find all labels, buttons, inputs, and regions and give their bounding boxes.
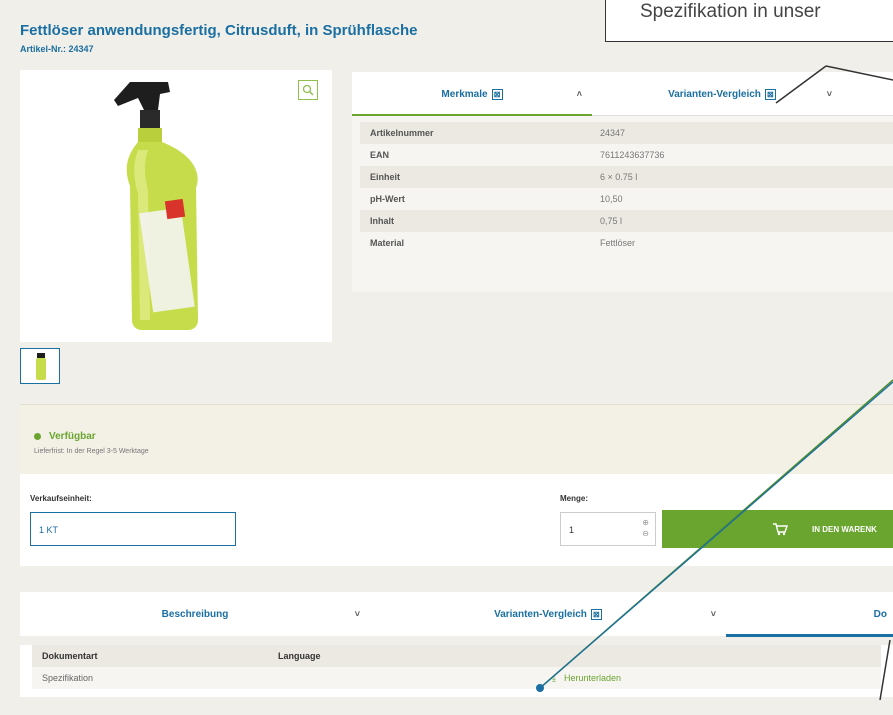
product-image[interactable]: [20, 70, 332, 342]
delivery-note: Lieferfrist: In der Regel 3-5 Werktage: [34, 448, 149, 455]
tab-varianten-vergleich[interactable]: Varianten-Vergleich ⊠ ˅: [592, 72, 852, 116]
spec-key: pH-Wert: [370, 194, 405, 204]
table-row: Inhalt 0,75 l: [360, 210, 893, 232]
column-header: Language: [278, 651, 321, 661]
thumbnail-image[interactable]: [20, 348, 60, 384]
table-row: Artikelnummer 24347: [360, 122, 893, 144]
spec-key: Einheit: [370, 172, 401, 182]
compare-icon: ⊠: [491, 88, 503, 100]
tab-merkmale[interactable]: Merkmale ⊠ ˄: [352, 72, 592, 117]
table-row: Einheit 6 × 0.75 l: [360, 166, 893, 188]
magnifier-icon: [302, 84, 314, 96]
table-row: pH-Wert 10,50: [360, 188, 893, 210]
download-link[interactable]: ⤓ Herunterladen: [552, 673, 621, 684]
table-row: EAN 7611243637736: [360, 144, 893, 166]
tab-varianten-vergleich-bottom[interactable]: Varianten-Vergleich ⊠ ˅: [370, 592, 726, 636]
tab-label: Varianten-Vergleich: [494, 608, 587, 620]
chevron-down-icon: ˅: [826, 89, 832, 99]
table-row: Spezifikation ⤓ Herunterladen: [32, 667, 881, 689]
availability-status: Verfügbar: [34, 431, 893, 442]
compare-icon: ⊠: [590, 608, 602, 620]
stepper-arrows[interactable]: ⊕ ⊖: [642, 517, 649, 539]
chevron-up-icon: ˄: [576, 89, 582, 99]
cart-icon: [773, 523, 788, 536]
document-type: Spezifikation: [42, 673, 94, 683]
chevron-down-icon: ˅: [710, 609, 716, 619]
spec-value: 7611243637736: [600, 150, 665, 160]
unit-select[interactable]: 1 KT: [30, 512, 236, 546]
order-box: Verkaufseinheit: 1 KT Menge: 1 ⊕ ⊖ IN DEN…: [20, 474, 893, 566]
tab-label: Beschreibung: [161, 608, 229, 620]
tab-beschreibung[interactable]: Beschreibung ˅: [20, 592, 370, 636]
quantity-label: Menge:: [560, 494, 588, 503]
callout-text: Spezifikation in unser: [640, 1, 821, 22]
spray-bottle-image: [114, 82, 198, 330]
article-number: Artikel-Nr.: 24347: [20, 44, 94, 54]
column-header: Dokumentart: [42, 651, 98, 661]
chevron-down-icon: ˅: [354, 609, 360, 619]
status-dot-icon: [34, 433, 41, 440]
availability-box: Verfügbar Lieferfrist: In der Regel 3-5 …: [20, 404, 893, 474]
tab-label: Varianten-Vergleich: [668, 88, 761, 100]
product-title: Fettlöser anwendungsfertig, Citrusduft, …: [20, 22, 418, 39]
download-label: Herunterladen: [563, 673, 622, 683]
cart-button-label: IN DEN WARENK: [812, 524, 877, 534]
active-tab-indicator: [726, 634, 893, 637]
spec-value: 10,50: [600, 194, 623, 204]
availability-label: Verfügbar: [49, 431, 96, 442]
table-row: Material Fettlöser: [360, 232, 893, 254]
spec-key: Inhalt: [370, 216, 394, 226]
tab-label: Do: [873, 608, 887, 620]
product-tabs: Merkmale ⊠ ˄ Varianten-Vergleich ⊠ ˅: [352, 72, 893, 117]
documents-table: Dokumentart Language Spezifikation ⤓ Her…: [20, 645, 893, 697]
add-to-cart-button[interactable]: IN DEN WARENK: [662, 510, 893, 548]
spec-key: Artikelnummer: [370, 128, 434, 138]
zoom-button[interactable]: [298, 80, 318, 100]
tab-label: Merkmale: [441, 88, 488, 100]
spec-table: Artikelnummer 24347 EAN 7611243637736 Ei…: [352, 116, 893, 292]
detail-tabs: Beschreibung ˅ Varianten-Vergleich ⊠ ˅ D…: [20, 592, 893, 637]
spec-value: 24347: [600, 128, 626, 138]
spec-value: 0,75 l: [600, 216, 623, 226]
spec-value: 6 × 0.75 l: [600, 172, 638, 182]
spec-key: Material: [370, 238, 405, 248]
quantity-stepper[interactable]: 1 ⊕ ⊖: [560, 512, 656, 546]
annotation-callout: Spezifikation in unser: [605, 0, 893, 42]
spec-value: Fettlöser: [600, 238, 636, 248]
compare-icon: ⊠: [764, 88, 776, 100]
table-header-row: Dokumentart Language: [32, 645, 881, 667]
quantity-value: 1: [569, 525, 575, 535]
spec-key: EAN: [370, 150, 390, 160]
download-icon: ⤓: [552, 672, 556, 683]
tab-dokumente[interactable]: Do: [726, 592, 893, 637]
unit-label: Verkaufseinheit:: [30, 494, 92, 503]
